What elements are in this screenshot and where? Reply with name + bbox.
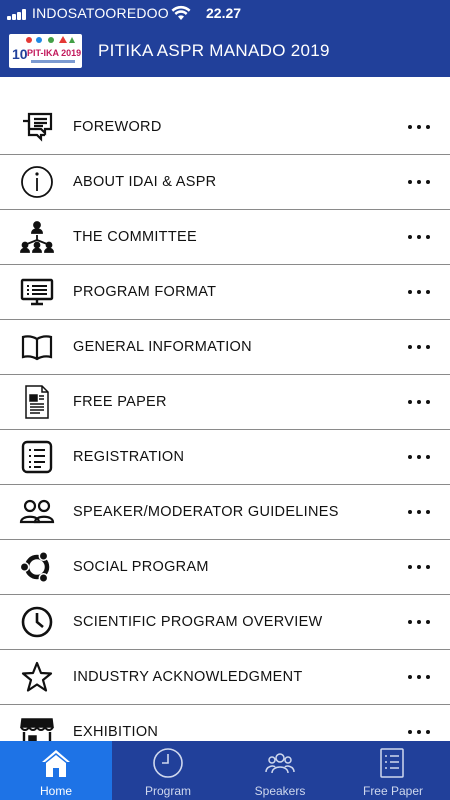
- more-icon[interactable]: [408, 125, 432, 130]
- more-icon[interactable]: [408, 455, 432, 460]
- status-bar: INDOSATOOREDOO 22.27: [0, 0, 450, 26]
- menu-item-foreword[interactable]: FOREWORD: [0, 100, 450, 155]
- menu-item-social-program[interactable]: SOCIAL PROGRAM: [0, 540, 450, 595]
- more-icon[interactable]: [408, 620, 432, 625]
- clock-icon: [153, 748, 183, 778]
- wifi-icon: [171, 5, 191, 20]
- document-icon: [19, 385, 55, 419]
- ubuntu-icon: [19, 550, 55, 584]
- menu-item-general-information[interactable]: GENERAL INFORMATION: [0, 320, 450, 375]
- more-icon[interactable]: [408, 565, 432, 570]
- more-icon[interactable]: [408, 345, 432, 350]
- info-icon: [19, 165, 55, 199]
- signal-icon: [7, 9, 31, 20]
- menu-item-registration[interactable]: REGISTRATION: [0, 430, 450, 485]
- menu-item-program-format[interactable]: PROGRAM FORMAT: [0, 265, 450, 320]
- checklist-icon: [19, 440, 55, 474]
- more-icon[interactable]: [408, 510, 432, 515]
- clock-icon: [19, 605, 55, 639]
- menu-item-about[interactable]: ABOUT IDAI & ASPR: [0, 155, 450, 210]
- menu-item-scientific-program[interactable]: SCIENTIFIC PROGRAM OVERVIEW: [0, 595, 450, 650]
- more-icon[interactable]: [408, 675, 432, 680]
- more-icon[interactable]: [408, 730, 432, 735]
- clock-time: 22.27: [206, 5, 242, 21]
- tab-free-paper[interactable]: Free Paper: [336, 741, 450, 800]
- menu-item-industry-acknowledgment[interactable]: INDUSTRY ACKNOWLEDGMENT: [0, 650, 450, 705]
- people-icon: [265, 753, 295, 774]
- list-icon: [380, 748, 404, 778]
- org-chart-icon: [19, 220, 55, 254]
- people-icon: [19, 495, 55, 529]
- open-book-icon: [19, 330, 55, 364]
- more-icon[interactable]: [408, 235, 432, 240]
- event-logo: 10 PIT-IKA 2019: [9, 34, 82, 68]
- chat-bubbles-icon: [19, 110, 55, 144]
- app-title: PITIKA ASPR MANADO 2019: [98, 41, 330, 60]
- menu-item-committee[interactable]: THE COMMITTEE: [0, 210, 450, 265]
- menu-item-free-paper[interactable]: FREE PAPER: [0, 375, 450, 430]
- home-icon: [42, 750, 70, 777]
- menu-list: FOREWORD ABOUT IDAI & ASPR THE COMMITTEE…: [0, 100, 450, 760]
- more-icon[interactable]: [408, 290, 432, 295]
- carrier-name: INDOSATOOREDOO: [32, 5, 169, 21]
- menu-item-speaker-guidelines[interactable]: SPEAKER/MODERATOR GUIDELINES: [0, 485, 450, 540]
- app-header: INDOSATOOREDOO 22.27 10 PIT-IKA 2019 PIT…: [0, 0, 450, 77]
- tab-home[interactable]: Home: [0, 741, 112, 800]
- bottom-tab-bar: Home Program Speakers Free Paper: [0, 741, 450, 800]
- monitor-list-icon: [19, 275, 55, 309]
- more-icon[interactable]: [408, 400, 432, 405]
- tab-program[interactable]: Program: [112, 741, 224, 800]
- more-icon[interactable]: [408, 180, 432, 185]
- star-icon: [19, 660, 55, 694]
- tab-speakers[interactable]: Speakers: [224, 741, 336, 800]
